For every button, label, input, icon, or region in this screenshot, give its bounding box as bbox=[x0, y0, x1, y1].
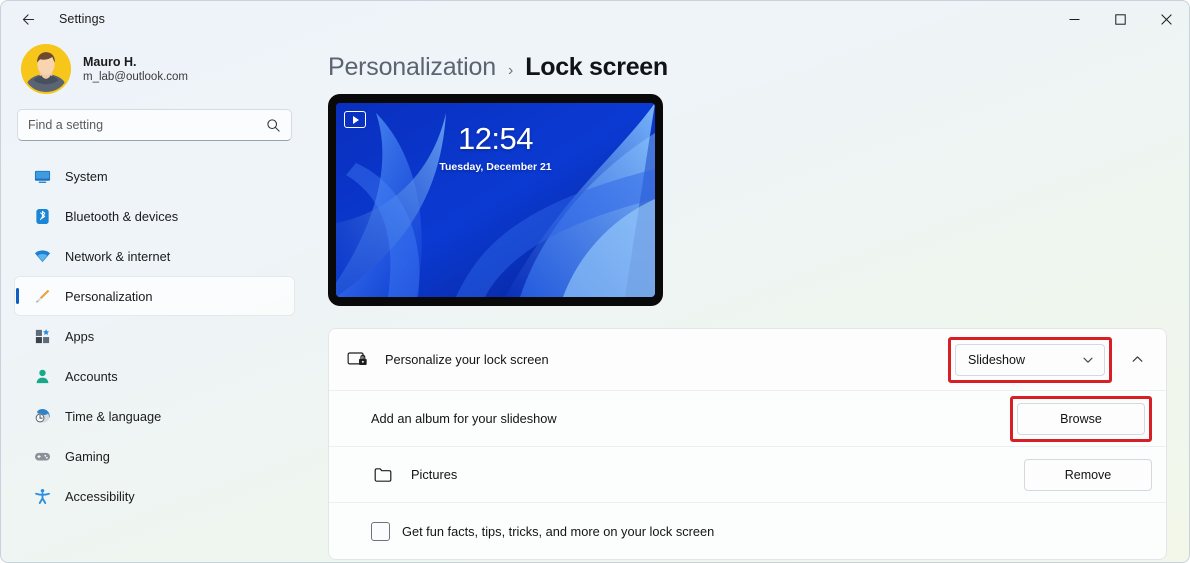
clock-globe-icon bbox=[33, 407, 51, 425]
personalize-lock-screen-row[interactable]: Personalize your lock screen Slideshow bbox=[329, 329, 1166, 391]
lock-screen-preview[interactable]: 12:54 Tuesday, December 21 bbox=[328, 94, 663, 306]
window-title: Settings bbox=[59, 12, 105, 26]
add-album-row: Add an album for your slideshow Browse bbox=[329, 391, 1166, 447]
lock-screen-settings-card: Personalize your lock screen Slideshow A… bbox=[328, 328, 1167, 560]
minimize-icon bbox=[1069, 18, 1079, 20]
close-button[interactable] bbox=[1143, 1, 1189, 37]
chevron-down-icon bbox=[1083, 357, 1093, 363]
maximize-button[interactable] bbox=[1097, 1, 1143, 37]
remove-button[interactable]: Remove bbox=[1024, 458, 1152, 491]
fun-facts-row[interactable]: Get fun facts, tips, tricks, and more on… bbox=[329, 503, 1166, 559]
sidebar-item-personalization[interactable]: Personalization bbox=[15, 277, 294, 315]
sidebar-item-gaming[interactable]: Gaming bbox=[15, 437, 294, 475]
preview-clock: 12:54 Tuesday, December 21 bbox=[336, 123, 655, 173]
fun-facts-checkbox[interactable] bbox=[371, 521, 390, 541]
page-title: Lock screen bbox=[525, 53, 668, 81]
personalize-dropdown[interactable]: Slideshow bbox=[955, 343, 1105, 376]
lock-screen-icon bbox=[345, 349, 369, 370]
avatar bbox=[21, 44, 71, 94]
sidebar-nav: System Bluetooth & devices Network & int… bbox=[15, 157, 294, 515]
personalize-lock-screen-label: Personalize your lock screen bbox=[385, 352, 549, 367]
accessibility-icon bbox=[33, 487, 51, 505]
account-name: Mauro H. bbox=[83, 55, 137, 69]
sidebar-item-label: Accounts bbox=[65, 368, 118, 384]
fun-facts-label: Get fun facts, tips, tricks, and more on… bbox=[402, 523, 715, 539]
sidebar-item-label: Personalization bbox=[65, 288, 153, 304]
sidebar-item-accessibility[interactable]: Accessibility bbox=[15, 477, 294, 515]
folder-icon bbox=[371, 465, 395, 485]
bluetooth-icon bbox=[33, 207, 51, 225]
chevron-up-icon bbox=[1132, 356, 1142, 362]
gamepad-icon bbox=[33, 447, 51, 465]
slideshow-play-icon bbox=[344, 111, 366, 128]
pictures-folder-row: Pictures Remove bbox=[329, 447, 1166, 503]
collapse-section-button[interactable] bbox=[1122, 345, 1152, 375]
personalize-dropdown-value: Slideshow bbox=[968, 352, 1025, 367]
sidebar-item-label: Accessibility bbox=[65, 488, 135, 504]
minimize-button[interactable] bbox=[1051, 1, 1097, 37]
account-block[interactable]: Mauro H. m_lab@outlook.com bbox=[15, 37, 294, 99]
back-arrow-icon bbox=[22, 13, 34, 25]
avatar-illustration-icon bbox=[21, 44, 71, 94]
browse-button[interactable]: Browse bbox=[1017, 402, 1145, 435]
sidebar-item-label: Network & internet bbox=[65, 248, 171, 264]
sidebar-item-time-language[interactable]: Time & language bbox=[15, 397, 294, 435]
paintbrush-icon bbox=[33, 287, 51, 305]
sidebar-item-apps[interactable]: Apps bbox=[15, 317, 294, 355]
sidebar-item-label: Gaming bbox=[65, 448, 110, 464]
slideshow-dropdown-highlight: Slideshow bbox=[948, 336, 1112, 383]
maximize-icon bbox=[1114, 13, 1126, 25]
breadcrumb-parent[interactable]: Personalization bbox=[328, 53, 496, 82]
person-icon bbox=[33, 367, 51, 385]
search-input[interactable] bbox=[28, 118, 266, 132]
search-icon bbox=[266, 118, 281, 133]
pictures-folder-label: Pictures bbox=[411, 467, 458, 482]
title-bar: Settings bbox=[1, 1, 1189, 37]
apps-icon bbox=[33, 327, 51, 345]
search-box[interactable] bbox=[17, 109, 292, 141]
browse-button-highlight: Browse bbox=[1010, 395, 1152, 442]
sidebar: Mauro H. m_lab@outlook.com Find a settin… bbox=[1, 37, 306, 562]
sidebar-item-system[interactable]: System bbox=[15, 157, 294, 195]
preview-screen: 12:54 Tuesday, December 21 bbox=[336, 103, 655, 297]
back-button[interactable] bbox=[11, 4, 45, 34]
close-icon bbox=[1160, 13, 1172, 25]
breadcrumb: Personalization › Lock screen bbox=[328, 37, 1167, 94]
sidebar-item-bluetooth-devices[interactable]: Bluetooth & devices bbox=[15, 197, 294, 235]
sidebar-item-network-internet[interactable]: Network & internet bbox=[15, 237, 294, 275]
preview-time: 12:54 bbox=[457, 121, 534, 156]
sidebar-item-label: Bluetooth & devices bbox=[65, 208, 179, 224]
add-album-label: Add an album for your slideshow bbox=[371, 411, 557, 426]
wifi-icon bbox=[33, 247, 51, 265]
sidebar-item-label: Time & language bbox=[65, 408, 162, 424]
settings-window: Settings Mauro H. m_lab@outlook.com Find… bbox=[0, 0, 1190, 563]
sidebar-item-label: System bbox=[65, 168, 108, 184]
monitor-icon bbox=[33, 167, 51, 185]
content-area: Personalization › Lock screen 12:54 Tues… bbox=[306, 37, 1189, 562]
sidebar-item-accounts[interactable]: Accounts bbox=[15, 357, 294, 395]
window-controls bbox=[1051, 1, 1189, 37]
sidebar-item-label: Apps bbox=[65, 328, 95, 344]
preview-date: Tuesday, December 21 bbox=[439, 161, 552, 173]
breadcrumb-separator-icon: › bbox=[507, 62, 514, 79]
account-email: m_lab@outlook.com bbox=[83, 71, 188, 83]
